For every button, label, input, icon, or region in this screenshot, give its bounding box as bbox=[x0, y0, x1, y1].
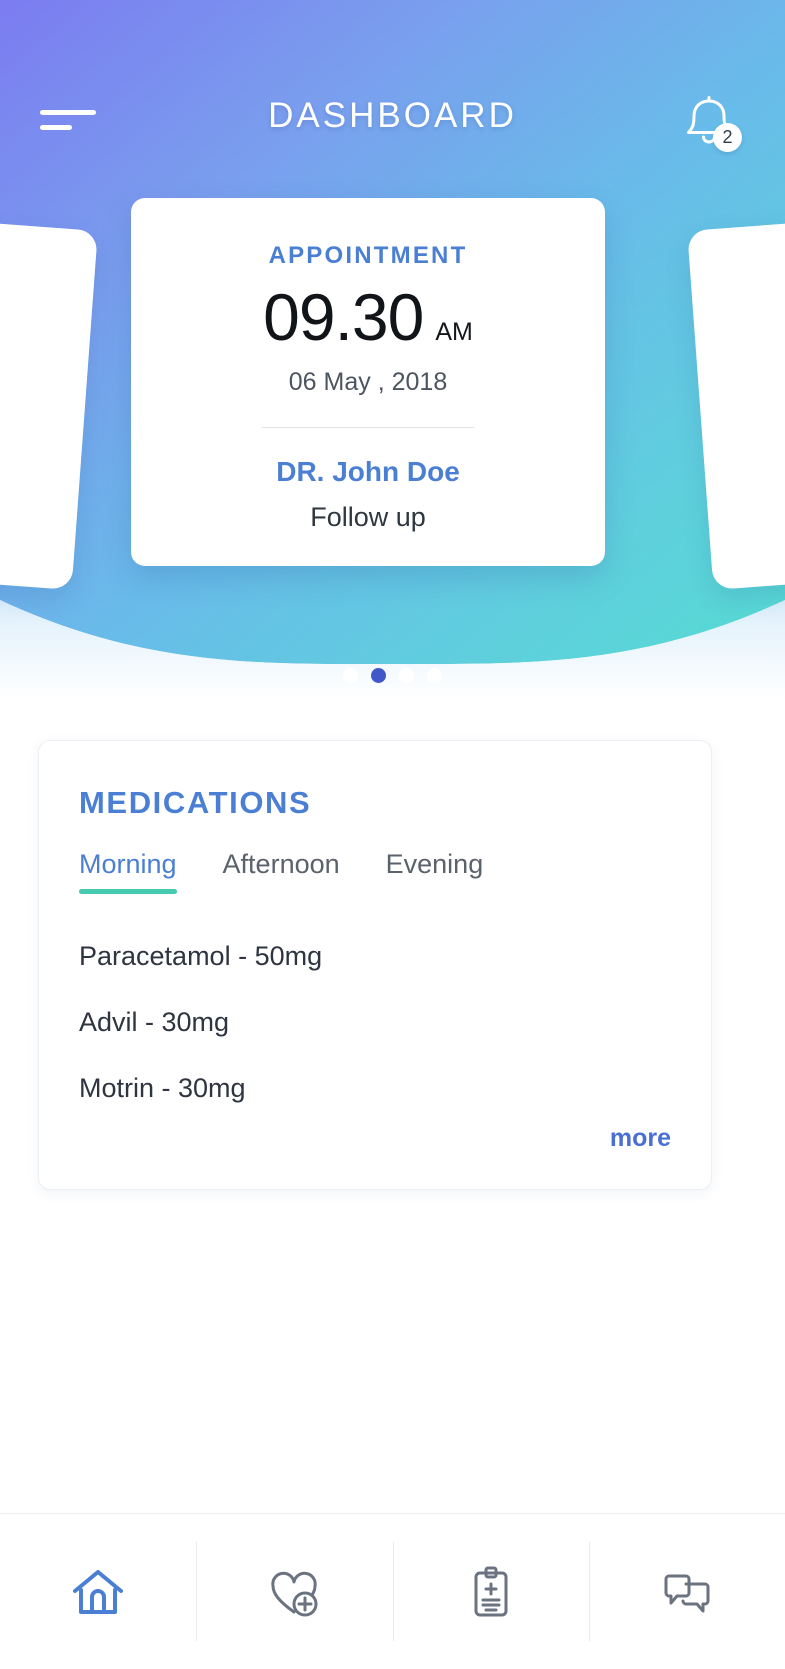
appointment-reason: Follow up bbox=[131, 502, 605, 533]
appointment-doctor-name: DR. John Doe bbox=[131, 456, 605, 488]
chat-bubbles-icon bbox=[656, 1561, 718, 1623]
appointment-card[interactable]: APPOINTMENT 09.30 AM 06 May , 2018 DR. J… bbox=[131, 198, 605, 566]
list-item: Advil - 30mg bbox=[79, 1007, 671, 1038]
bottom-navigation-bar bbox=[0, 1513, 785, 1669]
heart-plus-icon bbox=[263, 1561, 325, 1623]
appointment-time: 09.30 bbox=[263, 284, 423, 350]
medications-more-link[interactable]: more bbox=[610, 1124, 671, 1153]
appointment-divider bbox=[262, 427, 474, 428]
tab-afternoon[interactable]: Afternoon bbox=[223, 849, 340, 894]
app-header: DASHBOARD 2 bbox=[0, 0, 785, 200]
nav-item-health[interactable] bbox=[196, 1514, 392, 1669]
page-title: DASHBOARD bbox=[0, 96, 785, 136]
notification-badge: 2 bbox=[713, 123, 742, 152]
medications-card: MEDICATIONS Morning Afternoon Evening Pa… bbox=[38, 740, 712, 1190]
appointment-label: APPOINTMENT bbox=[131, 242, 605, 270]
list-item: Paracetamol - 50mg bbox=[79, 941, 671, 972]
appointment-time-row: 09.30 AM bbox=[131, 284, 605, 350]
carousel-dot-1[interactable] bbox=[343, 668, 358, 683]
nav-item-messages[interactable] bbox=[589, 1514, 785, 1669]
carousel-dot-4[interactable] bbox=[427, 668, 442, 683]
medications-list: Paracetamol - 50mg Advil - 30mg Motrin -… bbox=[79, 941, 671, 1139]
carousel-pagination-dots bbox=[0, 668, 785, 683]
list-item: Motrin - 30mg bbox=[79, 1073, 671, 1104]
medications-tabs: Morning Afternoon Evening bbox=[79, 849, 483, 894]
appointment-meridiem: AM bbox=[435, 318, 473, 347]
tab-morning[interactable]: Morning bbox=[79, 849, 177, 894]
appointment-date: 06 May , 2018 bbox=[131, 368, 605, 397]
carousel-dot-3[interactable] bbox=[399, 668, 414, 683]
notification-bell-button[interactable]: 2 bbox=[677, 88, 743, 154]
nav-item-home[interactable] bbox=[0, 1514, 196, 1669]
clipboard-plus-icon bbox=[460, 1561, 522, 1623]
medications-title: MEDICATIONS bbox=[79, 785, 311, 821]
home-icon bbox=[67, 1561, 129, 1623]
tab-evening[interactable]: Evening bbox=[386, 849, 484, 894]
nav-item-records[interactable] bbox=[393, 1514, 589, 1669]
carousel-dot-2[interactable] bbox=[371, 668, 386, 683]
